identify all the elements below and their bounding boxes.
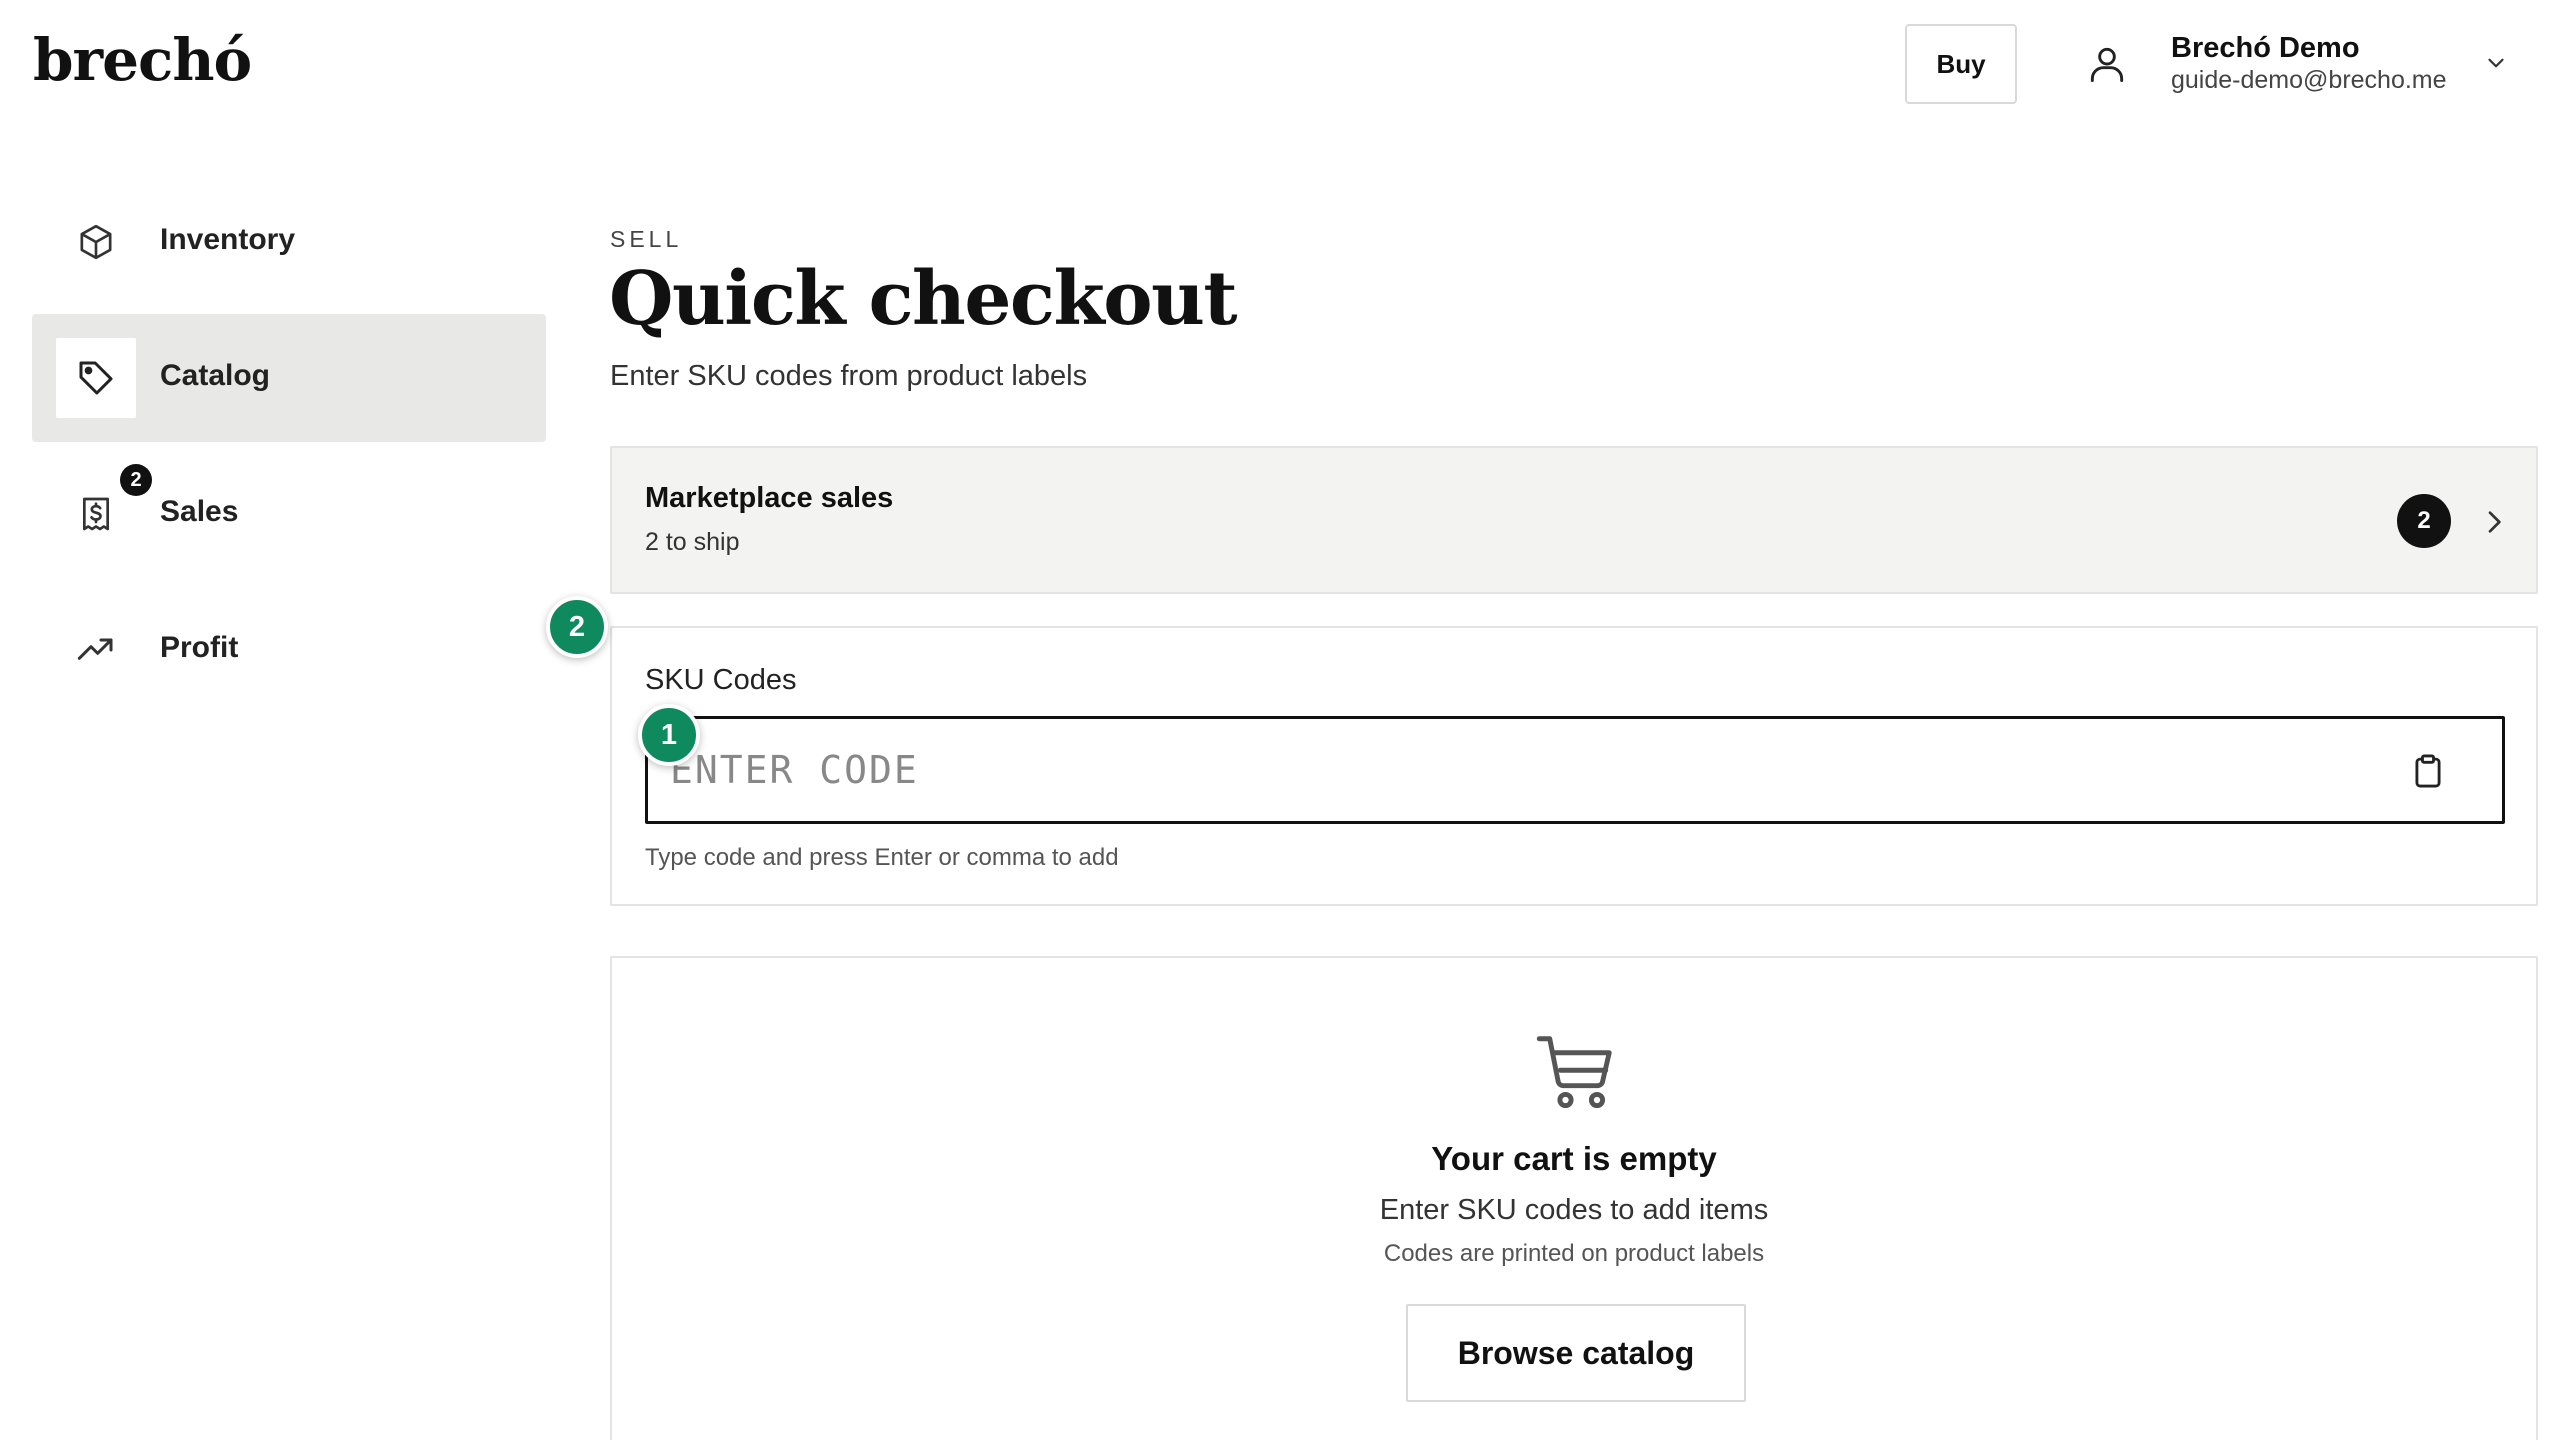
sidebar-item-sales[interactable]: 2 Sales <box>32 450 546 578</box>
marketplace-sales-card[interactable]: Marketplace sales 2 to ship 2 <box>610 446 2538 594</box>
sku-code-input[interactable] <box>645 716 2505 824</box>
cart-empty-title: Your cart is empty <box>1431 1140 1717 1177</box>
shopping-cart-icon <box>1536 1036 1612 1109</box>
buy-button[interactable]: Buy <box>1905 24 2017 104</box>
marketplace-title: Marketplace sales <box>645 482 894 514</box>
sidebar-item-label: Catalog <box>160 359 271 392</box>
trending-up-icon <box>56 610 136 690</box>
user-icon[interactable] <box>2085 42 2129 86</box>
chevron-down-icon[interactable] <box>2483 50 2509 76</box>
cart-empty-state: Your cart is empty Enter SKU codes to ad… <box>610 956 2538 1440</box>
user-email: guide-demo@brecho.me <box>2171 66 2447 94</box>
sidebar-item-label: Inventory <box>160 223 296 256</box>
marketplace-subtitle: 2 to ship <box>645 528 740 556</box>
sku-codes-card: SKU Codes Type code and press Enter or c… <box>610 626 2538 906</box>
user-name[interactable]: Brechó Demo <box>2171 32 2360 65</box>
step-marker-1: 1 <box>638 704 700 766</box>
sidebar-item-label: Sales <box>160 495 239 528</box>
brand-logo[interactable]: brechó <box>33 26 252 94</box>
box-icon <box>56 202 136 282</box>
marketplace-count-badge: 2 <box>2397 494 2451 548</box>
cart-empty-note: Codes are printed on product labels <box>1383 1240 1765 1267</box>
sku-help-text: Type code and press Enter or comma to ad… <box>645 844 1119 871</box>
page-subtitle: Enter SKU codes from product labels <box>610 360 1088 392</box>
cart-empty-subtitle: Enter SKU codes to add items <box>1379 1194 1769 1226</box>
sidebar-item-profit[interactable]: Profit <box>32 586 546 714</box>
browse-catalog-button[interactable]: Browse catalog <box>1406 1304 1746 1402</box>
step-marker-2: 2 <box>546 596 608 658</box>
sidebar-item-catalog[interactable]: Catalog <box>32 314 546 442</box>
clipboard-icon[interactable] <box>2409 752 2447 790</box>
sidebar-item-label: Profit <box>160 631 239 664</box>
page-title: Quick checkout <box>609 256 1238 342</box>
page: brechó Buy Brechó Demo guide-demo@brecho… <box>0 0 2560 1440</box>
section-eyebrow: SELL <box>610 226 683 252</box>
chevron-right-icon <box>2488 511 2501 533</box>
tag-icon <box>56 338 136 418</box>
sidebar-item-inventory[interactable]: Inventory <box>32 178 546 306</box>
sku-codes-label: SKU Codes <box>645 664 797 696</box>
sales-badge: 2 <box>120 464 152 496</box>
